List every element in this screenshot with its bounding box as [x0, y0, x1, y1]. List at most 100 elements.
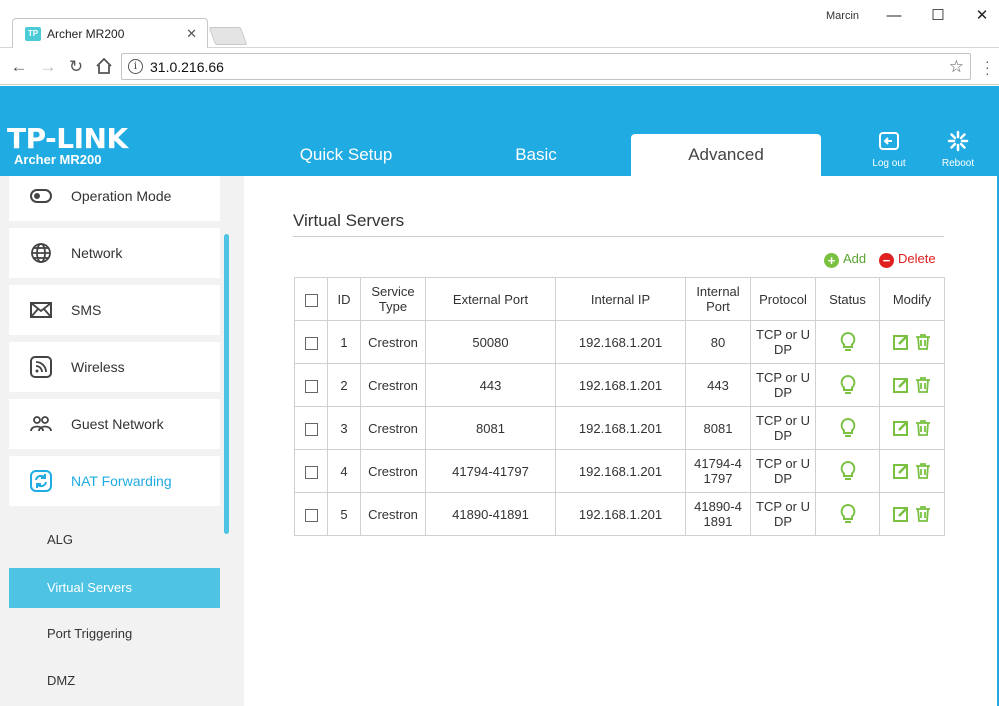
sidebar-subitem-dmz[interactable]: DMZ: [9, 661, 220, 701]
sidebar-item-network[interactable]: Network: [9, 228, 220, 278]
column-header-label: Internal Port: [696, 284, 740, 314]
row-checkbox[interactable]: [304, 336, 318, 350]
protocol-cell: TCP or UDP: [750, 320, 816, 364]
tab-quick-setup[interactable]: Quick Setup: [251, 134, 441, 176]
url-text[interactable]: 31.0.216.66: [150, 59, 224, 75]
internal-port-text: 8081: [703, 420, 733, 436]
modify-cell: [879, 363, 945, 407]
profile-name[interactable]: Marcin: [826, 10, 859, 22]
globe-icon: [31, 243, 51, 263]
sidebar-item-label: NAT Forwarding: [71, 473, 172, 489]
service-type-cell: Crestron: [360, 492, 426, 536]
main-content: Virtual Servers + Add − Delete ID Service …: [244, 176, 999, 706]
status-bulb-icon[interactable]: [839, 460, 857, 482]
internal-port-cell: 41794-41797: [685, 449, 751, 493]
reload-icon[interactable]: ↻: [66, 57, 86, 77]
address-bar[interactable]: i 31.0.216.66 ☆: [121, 53, 971, 80]
modify-cell: [879, 492, 945, 536]
add-button[interactable]: + Add: [824, 251, 866, 268]
internal-ip-cell: 192.168.1.201: [555, 492, 686, 536]
status-bulb-icon[interactable]: [839, 374, 857, 396]
edit-icon[interactable]: [892, 376, 910, 394]
virtual-servers-table: ID Service Type External Port Internal I…: [294, 277, 945, 536]
sidebar-item-operation-mode[interactable]: Operation Mode: [9, 176, 220, 221]
wireless-icon: [30, 356, 52, 378]
sidebar-item-nat-forwarding[interactable]: NAT Forwarding: [9, 456, 220, 506]
forward-arrow-icon[interactable]: →: [38, 57, 58, 77]
row-select-cell: [294, 492, 328, 536]
browser-tab[interactable]: TP Archer MR200 ✕: [12, 18, 208, 48]
row-checkbox[interactable]: [304, 465, 318, 479]
sidebar-subitem-virtual-servers[interactable]: Virtual Servers: [9, 568, 220, 608]
status-cell: [815, 449, 880, 493]
row-select-cell: [294, 406, 328, 450]
edit-icon[interactable]: [892, 419, 910, 437]
internal-port-text: 41794-41797: [694, 456, 742, 486]
bookmark-star-icon[interactable]: ☆: [949, 57, 964, 77]
delete-icon: −: [879, 253, 894, 268]
row-checkbox[interactable]: [304, 379, 318, 393]
sidebar-scrollbar[interactable]: [224, 234, 229, 534]
tab-close-icon[interactable]: ✕: [186, 26, 197, 42]
delete-label: Delete: [898, 251, 936, 266]
trash-icon[interactable]: [914, 333, 932, 351]
trash-icon[interactable]: [914, 376, 932, 394]
status-bulb-icon[interactable]: [839, 331, 857, 353]
sidebar-item-wireless[interactable]: Wireless: [9, 342, 220, 392]
sidebar-item-label: Guest Network: [71, 416, 164, 432]
status-cell: [815, 492, 880, 536]
protocol-text: TCP or UDP: [756, 499, 810, 529]
internal-ip-cell: 192.168.1.201: [555, 320, 686, 364]
maximize-icon[interactable]: ☐: [928, 6, 948, 26]
protocol-text: TCP or UDP: [756, 327, 810, 357]
trash-icon[interactable]: [914, 505, 932, 523]
internal-ip-cell: 192.168.1.201: [555, 406, 686, 450]
id-cell: 2: [327, 363, 361, 407]
column-header: External Port: [425, 277, 556, 321]
browser-menu-icon[interactable]: · · ·: [985, 54, 991, 80]
row-checkbox[interactable]: [304, 422, 318, 436]
sidebar-item-sms[interactable]: SMS: [9, 285, 220, 335]
modify-cell: [879, 406, 945, 450]
back-arrow-icon[interactable]: ←: [9, 57, 29, 77]
sidebar-item-guest-network[interactable]: Guest Network: [9, 399, 220, 449]
sidebar-subitem-port-triggering[interactable]: Port Triggering: [9, 614, 220, 654]
select-all-cell: [294, 277, 328, 321]
tab-advanced[interactable]: Advanced: [631, 134, 821, 176]
external-port-cell: 50080: [425, 320, 556, 364]
reboot-button[interactable]: Reboot: [933, 130, 983, 169]
protocol-cell: TCP or UDP: [750, 406, 816, 450]
id-cell: 4: [327, 449, 361, 493]
logout-button[interactable]: Log out: [864, 130, 914, 169]
internal-port-cell: 80: [685, 320, 751, 364]
internal-port-text: 80: [710, 334, 726, 350]
trash-icon[interactable]: [914, 419, 932, 437]
info-icon[interactable]: i: [128, 59, 143, 74]
edit-icon[interactable]: [892, 333, 910, 351]
new-tab-button[interactable]: [208, 27, 248, 45]
trash-icon[interactable]: [914, 462, 932, 480]
sidebar-subitem-alg[interactable]: ALG: [9, 520, 220, 560]
tab-basic[interactable]: Basic: [441, 134, 631, 176]
internal-port-cell: 8081: [685, 406, 751, 450]
row-checkbox[interactable]: [304, 508, 318, 522]
delete-button[interactable]: − Delete: [879, 251, 936, 268]
modify-cell: [879, 320, 945, 364]
status-bulb-icon[interactable]: [839, 417, 857, 439]
select-all-checkbox[interactable]: [304, 293, 318, 307]
close-window-icon[interactable]: ✕: [972, 6, 992, 26]
title-divider: [293, 236, 944, 237]
column-header: Status: [815, 277, 880, 321]
home-icon[interactable]: [94, 57, 114, 77]
edit-icon[interactable]: [892, 505, 910, 523]
envelope-icon: [30, 302, 52, 318]
minimize-icon[interactable]: —: [884, 6, 904, 26]
internal-port-cell: 443: [685, 363, 751, 407]
status-bulb-icon[interactable]: [839, 503, 857, 525]
table-row: 4 Crestron 41794-41797 192.168.1.201 417…: [294, 449, 945, 493]
edit-icon[interactable]: [892, 462, 910, 480]
column-header: ID: [327, 277, 361, 321]
table-header-row: ID Service Type External Port Internal I…: [294, 277, 945, 321]
sidebar-item-label: SMS: [71, 302, 102, 318]
table-row: 5 Crestron 41890-41891 192.168.1.201 418…: [294, 492, 945, 536]
